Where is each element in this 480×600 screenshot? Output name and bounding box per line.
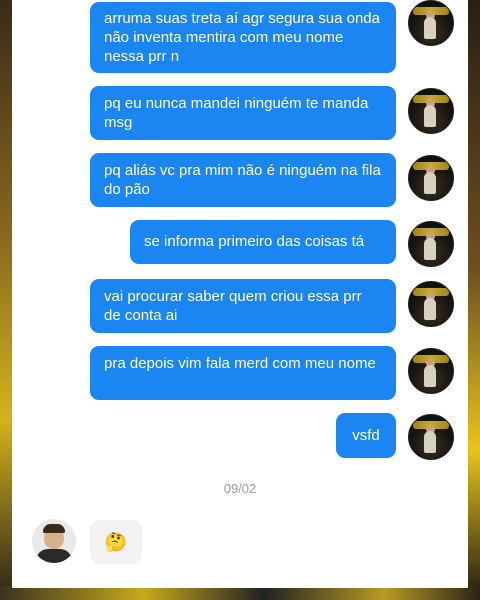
video-frame-bottom — [0, 586, 480, 600]
date-separator: 09/02 — [223, 481, 257, 496]
message-bubble[interactable]: pq eu nunca mandei ninguém te manda msg — [90, 86, 396, 140]
thinking-face-emoji: 🤔 — [104, 531, 128, 552]
chat-thread[interactable]: arruma suas treta aí agr segura sua onda… — [12, 0, 468, 588]
message-bubble[interactable]: vai procurar saber quem criou essa prr d… — [90, 279, 396, 333]
sender-avatar[interactable] — [408, 155, 454, 201]
sender-avatar[interactable] — [408, 88, 454, 134]
video-frame-left — [0, 0, 12, 600]
sender-avatar[interactable] — [408, 348, 454, 394]
sender-avatar[interactable] — [408, 414, 454, 460]
message-bubble[interactable]: pq aliás vc pra mim não é ninguém na fil… — [90, 153, 396, 207]
message-bubble[interactable]: se informa primeiro das coisas tá — [130, 220, 396, 264]
sender-avatar[interactable] — [408, 281, 454, 327]
video-frame-right — [468, 0, 480, 600]
sender-avatar[interactable] — [408, 0, 454, 46]
message-bubble[interactable]: vsfd — [336, 413, 396, 458]
message-bubble[interactable]: pra depois vim fala merd com meu nome — [90, 346, 396, 400]
recipient-avatar[interactable] — [32, 519, 76, 563]
sender-avatar[interactable] — [408, 221, 454, 267]
message-bubble[interactable]: arruma suas treta aí agr segura sua onda… — [90, 2, 396, 73]
reply-bubble[interactable]: 🤔 — [90, 520, 142, 564]
